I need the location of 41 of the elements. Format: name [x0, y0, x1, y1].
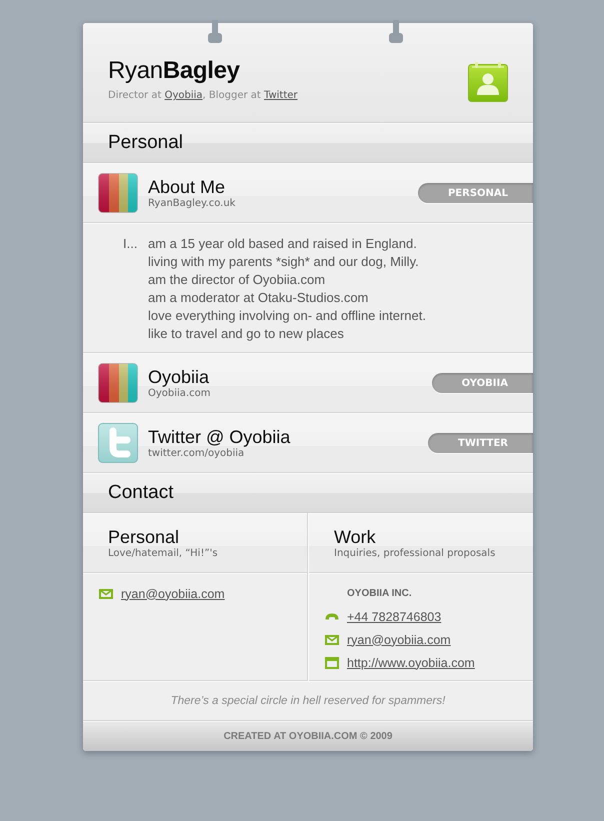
category-tag: TWITTER — [428, 433, 533, 453]
website-link[interactable]: http://www.oyobiia.com — [347, 656, 475, 670]
subtitle-link[interactable]: Twitter — [264, 90, 298, 101]
row-subtitle: twitter.com/oyobiia — [148, 446, 245, 460]
t-logo-icon — [98, 423, 138, 463]
about-line: living with my parents *sigh* and our dog, Milly. — [148, 253, 419, 271]
phone-icon — [325, 613, 339, 620]
footer-credit: CREATED AT OYOBIIA.COM © 2009 — [224, 731, 392, 742]
category-tag: PERSONAL — [418, 183, 533, 203]
profile-subtitle: Director at Oyobiia, Blogger at Twitter — [108, 89, 298, 103]
column-subtitle: Inquiries, professional proposals — [334, 546, 496, 560]
profile-name: RyanBagley — [108, 57, 241, 85]
about-line: am the director of Oyobiia.com — [148, 271, 326, 289]
about-line: am a moderator at Otaku-Studios.com — [148, 289, 368, 307]
column-subtitle: Love/hatemail, “Hi!”'s — [108, 546, 218, 560]
row-subtitle: RyanBagley.co.uk — [148, 196, 236, 210]
column-title: Work — [334, 526, 377, 546]
striped-tile-icon — [98, 173, 138, 213]
spam-notice: There’s a special circle in hell reserved for spammers! — [170, 695, 446, 707]
mail-icon — [99, 588, 113, 598]
category-tag: OYOBIIA — [432, 373, 533, 393]
about-lead: I... — [123, 235, 138, 253]
row-title: Twitter @ Oyobiia — [148, 426, 290, 446]
company-name: OYOBIIA INC. — [347, 587, 412, 601]
section-title: Contact — [108, 482, 174, 504]
row-subtitle: Oyobiia.com — [148, 386, 210, 400]
contact-book-icon — [468, 62, 508, 102]
phone-link[interactable]: +44 7828746803 — [347, 610, 442, 624]
browser-window-icon — [325, 656, 339, 668]
striped-tile-icon — [98, 363, 138, 403]
about-line: am a 15 year old based and raised in England. — [148, 235, 417, 253]
row-title: Oyobiia — [148, 366, 210, 386]
mail-icon — [325, 634, 339, 644]
about-line: love everything involving on- and offline internet. — [148, 307, 426, 325]
section-title: Personal — [108, 132, 183, 154]
email-link[interactable]: ryan@oyobiia.com — [121, 586, 225, 600]
row-title: About Me — [148, 176, 226, 196]
subtitle-link[interactable]: Oyobiia — [164, 90, 203, 101]
email-link[interactable]: ryan@oyobiia.com — [347, 632, 451, 646]
column-title: Personal — [108, 526, 180, 546]
about-line: like to travel and go to new places — [148, 325, 344, 343]
